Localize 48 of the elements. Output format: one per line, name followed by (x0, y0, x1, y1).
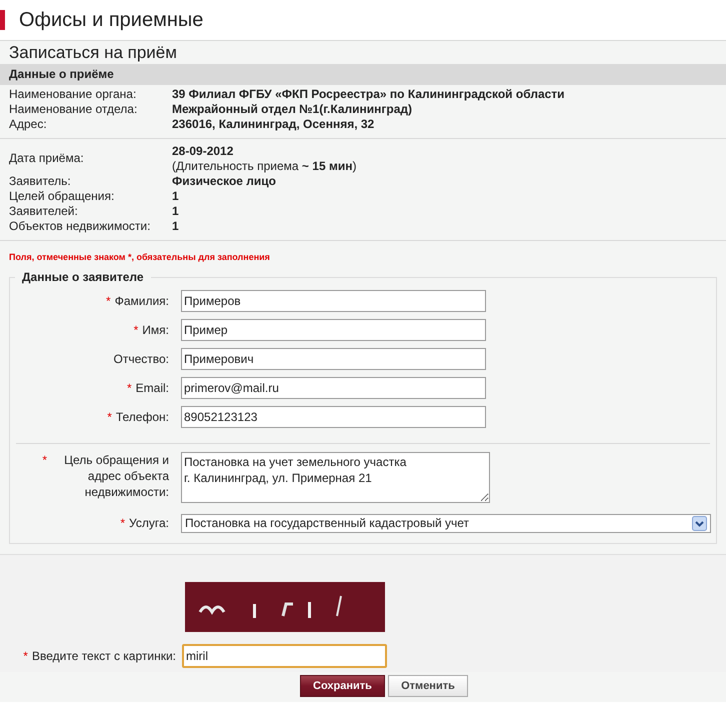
info-label: Заявителей: (9, 204, 79, 219)
info-value: 236016, Калининград, Осенняя, 32 (172, 117, 374, 132)
required-mark: * (23, 648, 28, 664)
text-field[interactable]: Пример (181, 319, 486, 341)
field-label: Email: (136, 380, 169, 396)
field-label: Телефон: (116, 410, 169, 424)
required-mark: * (106, 294, 111, 308)
purpose-textarea[interactable]: Постановка на учет земельного участка г. Калининград, ул. Примерная 21 (181, 452, 490, 503)
info-value: Межрайонный отдел №1(г.Калининград) (172, 102, 412, 117)
section-title: Записаться на приём (8, 42, 178, 64)
field-label: Услуга: (129, 516, 169, 531)
section-header: Данные о приёме (0, 64, 726, 85)
info-label: Заявитель: (9, 174, 72, 189)
duration-text: (Длительность приема ~ 15 мин) (172, 159, 356, 174)
cancel-button[interactable]: Отменить (388, 675, 468, 697)
field-label: Имя: (142, 322, 169, 338)
info-label: Объектов недвижимости: (9, 219, 152, 234)
info-value: Физическое лицо (172, 174, 276, 189)
text-field[interactable]: 89052123123 (181, 406, 486, 428)
page-title: Офисы и приемные (19, 8, 204, 32)
fieldset-legend: Данные о заявителе (15, 270, 151, 285)
field-label: Цель обращения и адрес объекта недвижимости: (63, 452, 169, 500)
required-mark: * (126, 380, 132, 396)
required-note: Поля, отмеченные знаком *, обязательны для заполнения (8, 251, 271, 263)
text-field[interactable]: Примеров (181, 290, 486, 312)
info-value: 1 (172, 219, 179, 234)
text-field[interactable]: Примерович (181, 348, 486, 370)
text-field[interactable]: primerov@mail.ru (181, 377, 486, 399)
field-label: Фамилия: (114, 294, 169, 308)
service-select[interactable]: Постановка на государственный кадастровый учет (181, 514, 711, 533)
required-mark: * (107, 410, 112, 424)
info-label: Наименование органа: (9, 87, 138, 102)
info-value: 1 (172, 204, 179, 219)
field-label: Введите текст с картинки: (32, 648, 176, 664)
info-label: Адрес: (9, 117, 48, 132)
info-label: Наименование отдела: (9, 102, 138, 117)
info-value: 39 Филиал ФГБУ «ФКП Росреестра» по Калининградской области (172, 87, 565, 102)
accent-bar (0, 10, 5, 30)
captcha-field[interactable]: miril (182, 644, 387, 668)
required-mark: * (120, 516, 126, 531)
required-mark: * (42, 452, 47, 468)
info-value: 28-09-2012 (172, 144, 234, 159)
info-label: Целей обращения: (9, 189, 116, 204)
field-label: Отчество: (114, 352, 169, 366)
info-label: Дата приёма: (9, 150, 85, 167)
save-button[interactable]: Сохранить (300, 675, 385, 697)
required-mark: * (134, 322, 138, 338)
info-value: 1 (172, 189, 179, 204)
